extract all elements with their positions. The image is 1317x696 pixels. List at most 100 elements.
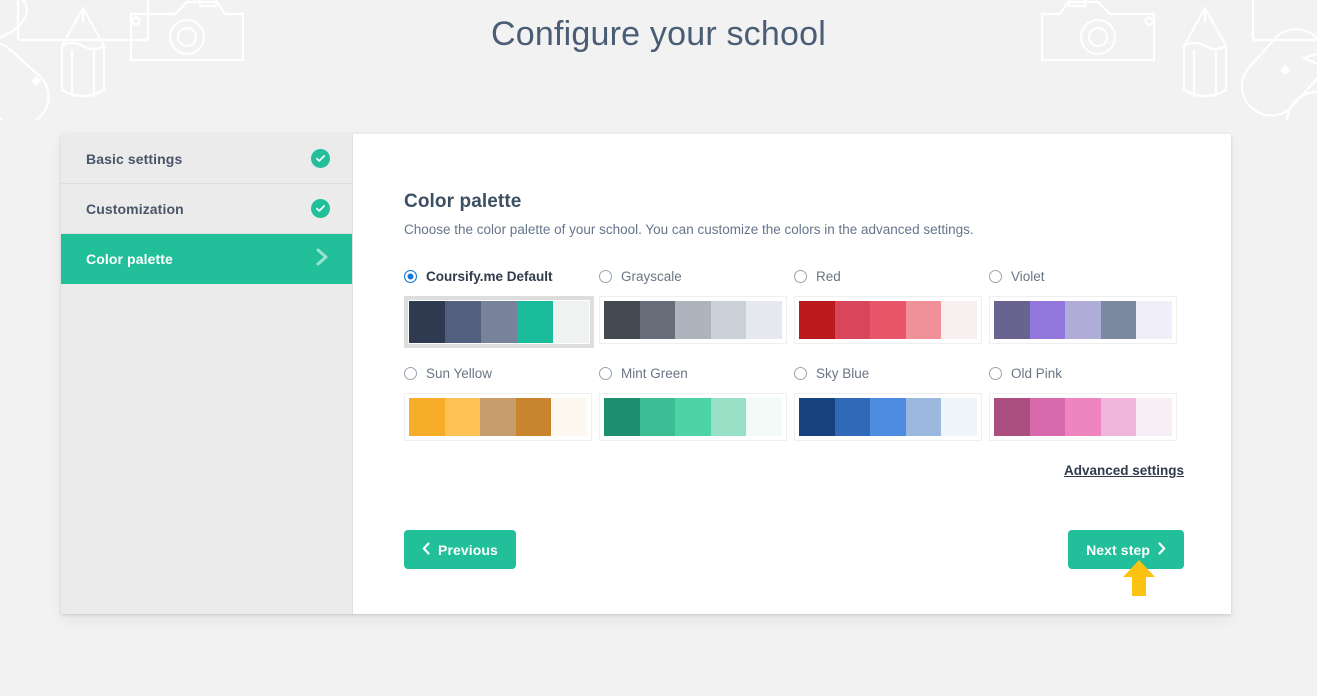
sidebar-item-label: Color palette (86, 250, 173, 267)
swatch-color (1029, 301, 1066, 339)
radio-unchecked-icon[interactable] (599, 269, 612, 283)
check-circle-icon (311, 199, 330, 218)
swatch-color (639, 398, 676, 436)
palette-option-label: Sun Yellow (426, 365, 493, 381)
previous-button[interactable]: Previous (404, 530, 516, 569)
palette-option-sun-yellow[interactable]: Sun Yellow (404, 362, 599, 441)
section-description: Choose the color palette of your school.… (404, 222, 974, 237)
swatch-color (746, 398, 782, 436)
swatch-color (604, 398, 640, 436)
page-title: Configure your school (491, 15, 826, 53)
sidebar-item-label: Customization (86, 200, 184, 217)
sidebar-item-color-palette[interactable]: Color palette (61, 234, 352, 284)
chevron-right-icon (1158, 542, 1166, 557)
swatch-color (1100, 398, 1137, 436)
palette-option-header[interactable]: Coursify.me Default (404, 265, 599, 287)
swatch-color (1029, 398, 1066, 436)
swatch-color (1065, 398, 1101, 436)
swatch-color (553, 301, 589, 343)
swatch-color (480, 398, 516, 436)
palette-option-label: Mint Green (621, 365, 688, 381)
swatch-color (799, 301, 835, 339)
sidebar-item-customization[interactable]: Customization (61, 184, 352, 234)
swatch-color (481, 301, 517, 343)
palette-swatch-strip[interactable] (989, 393, 1177, 441)
chevron-left-icon (422, 542, 430, 557)
radio-unchecked-icon[interactable] (989, 366, 1002, 380)
sidebar-item-basic-settings[interactable]: Basic settings (61, 134, 352, 184)
swatch-color (551, 398, 587, 436)
next-step-button-label: Next step (1086, 541, 1150, 558)
palette-swatch-strip[interactable] (404, 393, 592, 441)
configure-school-card: Basic settings Customization Color palet… (61, 134, 1231, 614)
swatch-color (444, 398, 481, 436)
swatch-color (1136, 398, 1172, 436)
swatch-color (445, 301, 481, 343)
palette-option-label: Old Pink (1011, 365, 1063, 381)
palette-option-sky-blue[interactable]: Sky Blue (794, 362, 989, 441)
swatch-color (941, 398, 977, 436)
swatch-color (675, 301, 711, 339)
swatch-color (870, 301, 906, 339)
palette-option-label: Coursify.me Default (426, 268, 553, 284)
swatch-color (1065, 301, 1101, 339)
swatch-color (710, 301, 747, 339)
color-palette-panel: Color palette Choose the color palette o… (353, 134, 1231, 614)
swatch-color (515, 398, 552, 436)
radio-unchecked-icon[interactable] (989, 269, 1002, 283)
palette-option-header[interactable]: Grayscale (599, 265, 794, 287)
palette-option-old-pink[interactable]: Old Pink (989, 362, 1184, 441)
palette-option-red[interactable]: Red (794, 265, 989, 348)
palette-swatch-strip[interactable] (989, 296, 1177, 344)
radio-unchecked-icon[interactable] (794, 269, 807, 283)
advanced-settings-row: Advanced settings (404, 462, 1184, 480)
palette-option-grayscale[interactable]: Grayscale (599, 265, 794, 348)
palette-option-header[interactable]: Old Pink (989, 362, 1184, 384)
radio-checked-icon[interactable] (404, 269, 417, 283)
palette-swatch-strip[interactable] (794, 393, 982, 441)
swatch-color (604, 301, 640, 339)
palette-option-header[interactable]: Violet (989, 265, 1184, 287)
swatch-color (905, 398, 942, 436)
swatch-color (905, 301, 942, 339)
chevron-right-icon (314, 247, 330, 270)
steps-sidebar: Basic settings Customization Color palet… (61, 134, 353, 614)
swatch-color (409, 301, 445, 343)
swatch-color (834, 301, 871, 339)
swatch-color (994, 398, 1030, 436)
swatch-color (941, 301, 977, 339)
next-step-button[interactable]: Next step (1068, 530, 1184, 569)
palette-grid: Coursify.me Default Grayscale Red Violet Sun… (404, 265, 1184, 441)
advanced-settings-link[interactable]: Advanced settings (1064, 463, 1184, 478)
check-circle-icon (311, 149, 330, 168)
palette-option-coursify-me-default[interactable]: Coursify.me Default (404, 265, 599, 348)
palette-option-header[interactable]: Mint Green (599, 362, 794, 384)
palette-option-header[interactable]: Sky Blue (794, 362, 989, 384)
palette-swatch-strip[interactable] (599, 296, 787, 344)
palette-swatch-strip[interactable] (794, 296, 982, 344)
palette-option-mint-green[interactable]: Mint Green (599, 362, 794, 441)
swatch-color (1136, 301, 1172, 339)
radio-unchecked-icon[interactable] (794, 366, 807, 380)
swatch-color (746, 301, 782, 339)
swatch-color (409, 398, 445, 436)
palette-swatch-strip[interactable] (599, 393, 787, 441)
swatch-color (994, 301, 1030, 339)
sidebar-item-label: Basic settings (86, 150, 183, 167)
palette-option-header[interactable]: Red (794, 265, 989, 287)
swatch-color (639, 301, 676, 339)
swatch-color (799, 398, 835, 436)
palette-option-violet[interactable]: Violet (989, 265, 1184, 348)
previous-button-label: Previous (438, 541, 498, 558)
radio-unchecked-icon[interactable] (404, 366, 417, 380)
wizard-button-row: Previous Next step (404, 530, 1184, 569)
swatch-color (1100, 301, 1137, 339)
swatch-color (675, 398, 711, 436)
radio-unchecked-icon[interactable] (599, 366, 612, 380)
section-title: Color palette (404, 191, 522, 212)
swatch-color (710, 398, 747, 436)
palette-swatch-strip[interactable] (404, 296, 594, 348)
palette-option-label: Red (816, 268, 841, 284)
swatch-color (870, 398, 906, 436)
palette-option-header[interactable]: Sun Yellow (404, 362, 599, 384)
